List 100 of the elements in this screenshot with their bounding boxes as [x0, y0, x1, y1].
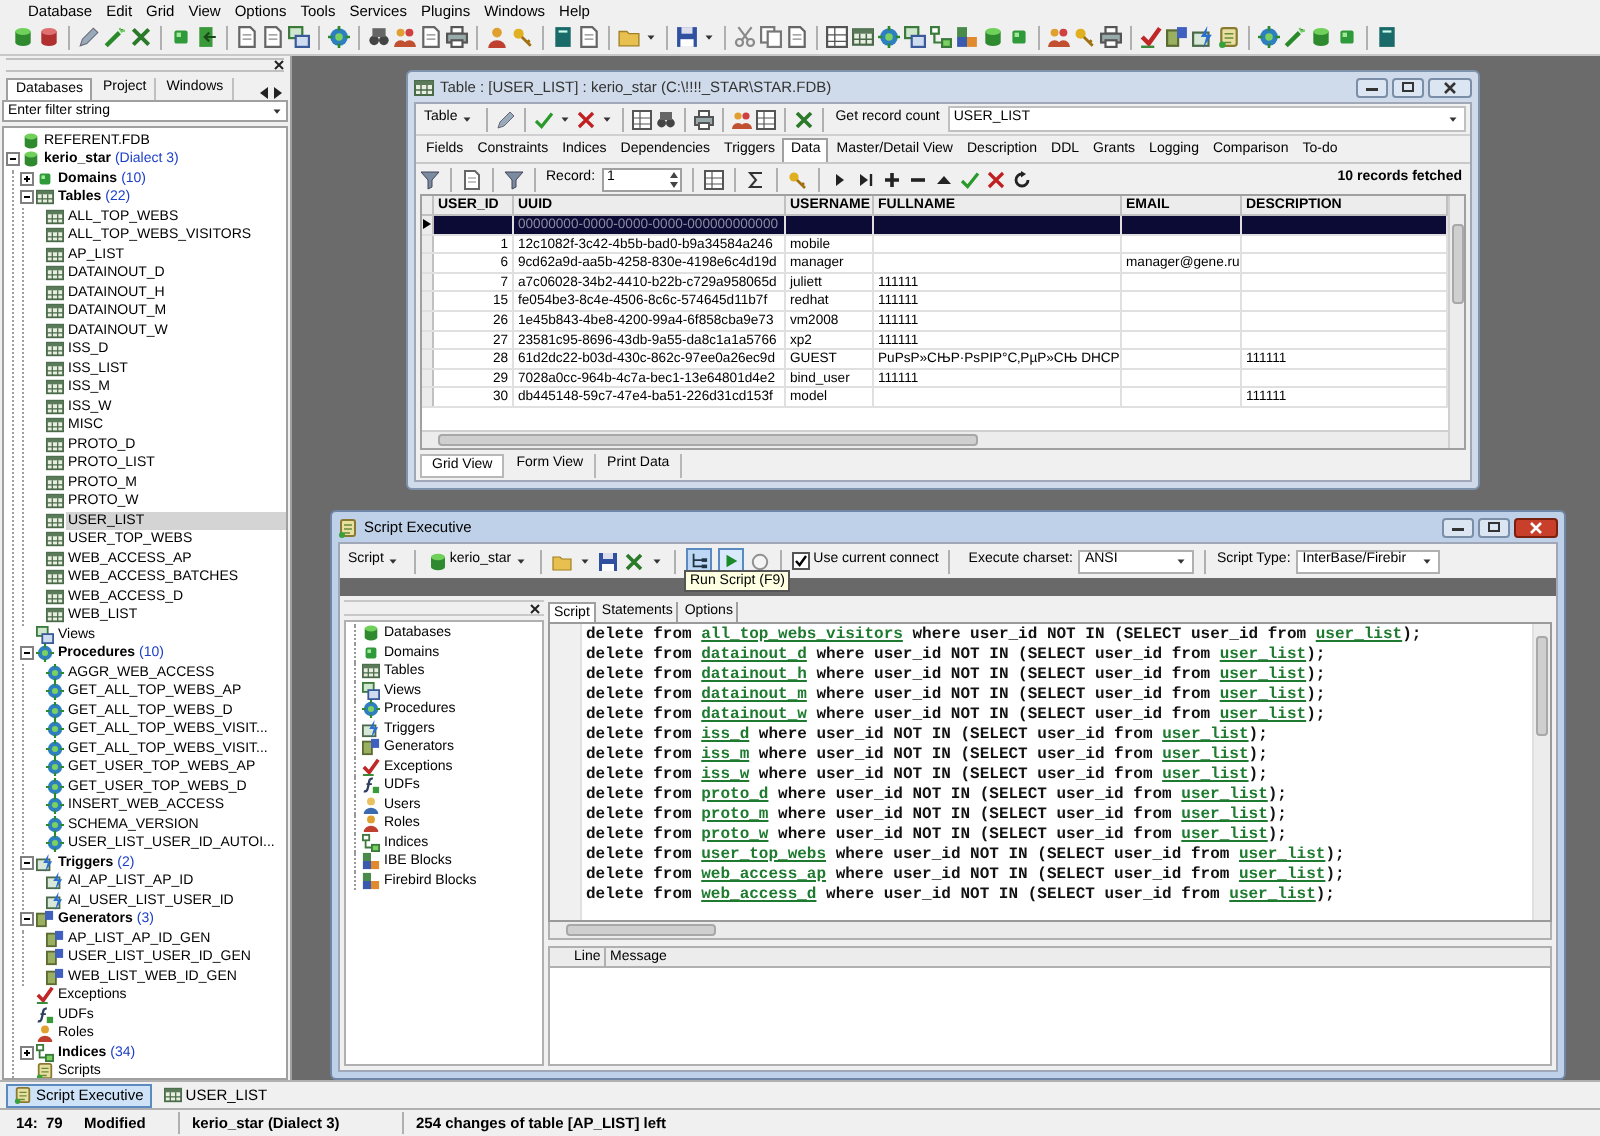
collapse-toggle[interactable] [20, 190, 34, 205]
wand-icon[interactable] [104, 26, 126, 48]
horizontal-scrollbar-thumb[interactable] [566, 924, 716, 936]
last-icon[interactable] [855, 169, 876, 189]
maximize-button[interactable] [1392, 77, 1424, 97]
collapse-toggle[interactable] [20, 646, 34, 661]
node-tree-icon [362, 833, 380, 852]
table-icon [46, 359, 64, 378]
key-icon[interactable] [1074, 26, 1096, 48]
code-editor[interactable] [548, 622, 1552, 922]
table-icon [46, 245, 64, 264]
cross-icon[interactable] [575, 109, 596, 129]
horizontal-scrollbar-thumb[interactable] [438, 434, 978, 446]
pencil-icon[interactable] [78, 26, 100, 48]
database-icon[interactable] [12, 26, 34, 48]
grid-icon[interactable] [703, 169, 724, 189]
save-icon[interactable] [597, 551, 618, 571]
document-icon[interactable] [420, 26, 442, 48]
vertical-scrollbar-thumb[interactable] [1451, 224, 1463, 304]
minimize-icon [1452, 523, 1464, 531]
document-icon[interactable] [786, 26, 808, 48]
vertical-scrollbar-thumb[interactable] [1536, 636, 1548, 736]
key-icon[interactable] [512, 26, 534, 48]
table-icon[interactable] [852, 26, 874, 48]
person-icon[interactable] [486, 26, 508, 48]
collapse-toggle[interactable] [6, 152, 20, 167]
people-icon[interactable] [394, 26, 416, 48]
binoculars-icon[interactable] [368, 26, 390, 48]
grid-icon[interactable] [631, 109, 652, 129]
minimize-button[interactable] [1442, 517, 1474, 537]
cross-icon[interactable] [985, 169, 1006, 189]
node-tree-icon[interactable] [930, 26, 952, 48]
code-line: delete from proto_d where user_id NOT IN (SELECT user_id from user_list); [586, 786, 1287, 806]
lightning-icon[interactable] [1192, 26, 1214, 48]
scroll-right-icon[interactable] [272, 86, 284, 100]
people-icon[interactable] [731, 109, 752, 129]
row-header[interactable] [422, 216, 434, 234]
close-icon[interactable] [530, 603, 540, 613]
sigma-icon[interactable] [745, 169, 766, 189]
table-icon [46, 606, 64, 625]
scroll-icon[interactable] [1218, 26, 1240, 48]
collapse-toggle[interactable] [20, 855, 34, 870]
grid-icon[interactable] [755, 109, 776, 129]
copy-icon[interactable] [760, 26, 782, 48]
document-icon[interactable] [462, 169, 482, 189]
key-icon[interactable] [787, 169, 808, 189]
grid-icon[interactable] [826, 26, 848, 48]
windows-icon[interactable] [288, 26, 310, 48]
scroll-icon [36, 1062, 54, 1078]
code-line: delete from datainout_m where user_id NOT IN (SELECT user_id from user_list); [586, 686, 1326, 706]
printer-icon[interactable] [1100, 26, 1122, 48]
folder-icon[interactable] [618, 26, 640, 48]
database-icon [22, 131, 40, 150]
scissors-icon[interactable] [734, 26, 756, 48]
blocks-icon[interactable] [956, 26, 978, 48]
circle-icon[interactable] [749, 551, 770, 571]
scroll-left-icon[interactable] [258, 86, 270, 100]
caret-icon [599, 112, 614, 126]
code-line: delete from web_access_d where user_id NOT IN (SELECT user_id from user_list); [586, 886, 1335, 906]
people-icon[interactable] [1048, 26, 1070, 48]
check-icon[interactable] [533, 109, 554, 129]
filter-icon[interactable] [504, 169, 524, 189]
document-icon[interactable] [262, 26, 284, 48]
wand-icon[interactable] [1284, 26, 1306, 48]
door-icon[interactable] [196, 26, 218, 48]
maximize-button[interactable] [1478, 517, 1510, 537]
table-icon [46, 283, 64, 302]
cube-icon[interactable] [1008, 26, 1030, 48]
check-mark-icon[interactable] [1140, 26, 1162, 48]
close-icon[interactable] [274, 60, 284, 70]
table-icon [46, 435, 64, 454]
close-button[interactable] [1514, 517, 1558, 537]
book-icon[interactable] [1376, 26, 1398, 48]
code-line: delete from user_top_webs where user_id NOT IN (SELECT user_id from user_list); [586, 846, 1345, 866]
cube-icon[interactable] [1336, 26, 1358, 48]
save-icon[interactable] [676, 26, 698, 48]
binoculars-icon[interactable] [655, 109, 676, 129]
expand-toggle[interactable] [20, 1045, 34, 1060]
filter-icon[interactable] [420, 169, 440, 189]
check-icon[interactable] [959, 169, 980, 189]
document-icon[interactable] [236, 26, 258, 48]
pencil-icon[interactable] [495, 109, 516, 129]
table-icon [46, 340, 64, 359]
collapse-toggle[interactable] [20, 912, 34, 927]
close-button[interactable] [1428, 77, 1472, 97]
database-icon[interactable] [38, 26, 60, 48]
printer-icon[interactable] [693, 109, 714, 129]
scroll-icon [14, 1086, 32, 1104]
refresh-icon[interactable] [1011, 169, 1032, 189]
printer-icon[interactable] [446, 26, 468, 48]
table-icon [46, 587, 64, 606]
windows-icon[interactable] [904, 26, 926, 48]
database-icon [427, 551, 448, 571]
database-icon[interactable] [982, 26, 1004, 48]
database-icon[interactable] [1310, 26, 1332, 48]
plus-icon[interactable] [881, 169, 902, 189]
minimize-button[interactable] [1356, 77, 1388, 97]
book-icon[interactable] [552, 26, 574, 48]
expand-toggle[interactable] [20, 171, 34, 186]
document-icon[interactable] [578, 26, 600, 48]
